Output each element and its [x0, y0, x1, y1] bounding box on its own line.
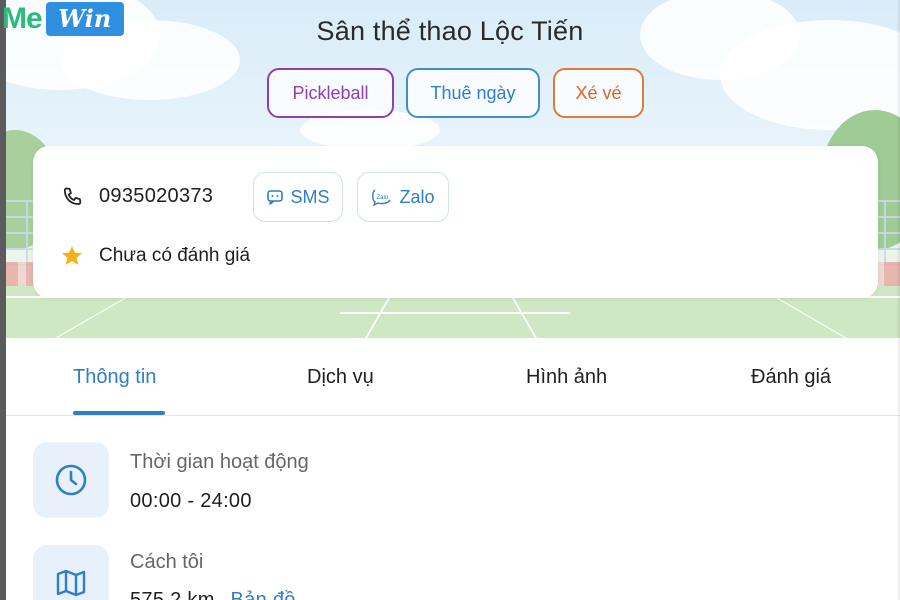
map-link-label: Bản đồ — [230, 589, 296, 600]
tab-bar: Thông tin Dịch vụ Hình ảnh Đánh giá — [6, 338, 900, 416]
distance-value: 575.2 km — [130, 589, 215, 600]
sms-icon — [267, 190, 284, 205]
distance-row: 575.2 km Bản đồ → — [130, 589, 330, 600]
tag-ticket[interactable]: Xé vé — [553, 68, 644, 118]
logo-text-win: Win — [45, 1, 124, 36]
phone-icon — [63, 187, 82, 205]
window-right-edge — [896, 0, 900, 600]
arrow-right-icon: → — [309, 589, 330, 600]
tag-daily-rental[interactable]: Thuê ngày — [406, 68, 540, 118]
clock-icon-box — [33, 442, 109, 518]
hours-label: Thời gian hoạt động — [130, 451, 309, 473]
map-icon-box — [33, 545, 109, 600]
zalo-label: Zalo — [399, 186, 435, 207]
logo-text-me: Me — [2, 1, 43, 35]
zalo-icon: Zalo — [372, 189, 392, 206]
tag-pickleball[interactable]: Pickleball — [267, 68, 394, 118]
tab-services[interactable]: Dịch vụ — [307, 366, 374, 389]
phone-number[interactable]: 0935020373 — [99, 185, 213, 208]
venue-title: Sân thể thao Lộc Tiến — [316, 16, 584, 46]
star-icon — [62, 246, 82, 265]
rating-text: Chưa có đánh giá — [99, 245, 251, 266]
zalo-button[interactable]: Zalo Zalo — [357, 172, 449, 222]
sms-label: SMS — [290, 186, 330, 207]
map-icon — [56, 569, 86, 597]
hours-value: 00:00 - 24:00 — [130, 490, 252, 512]
contact-card: 0935020373 SMS Zalo Zalo Chưa có đánh gi… — [33, 146, 878, 298]
active-tab-indicator — [73, 411, 165, 415]
distance-label: Cách tôi — [130, 551, 204, 573]
tab-images[interactable]: Hình ảnh — [526, 366, 607, 389]
clock-icon — [55, 464, 87, 496]
window-left-edge — [0, 0, 6, 600]
tab-info[interactable]: Thông tin — [73, 366, 156, 389]
map-link[interactable]: Bản đồ → — [231, 589, 330, 600]
sms-button[interactable]: SMS — [253, 172, 343, 222]
mewin-logo[interactable]: Me Win — [0, 0, 124, 37]
tab-reviews[interactable]: Đánh giá — [751, 366, 831, 389]
svg-text:Zalo: Zalo — [377, 195, 389, 201]
